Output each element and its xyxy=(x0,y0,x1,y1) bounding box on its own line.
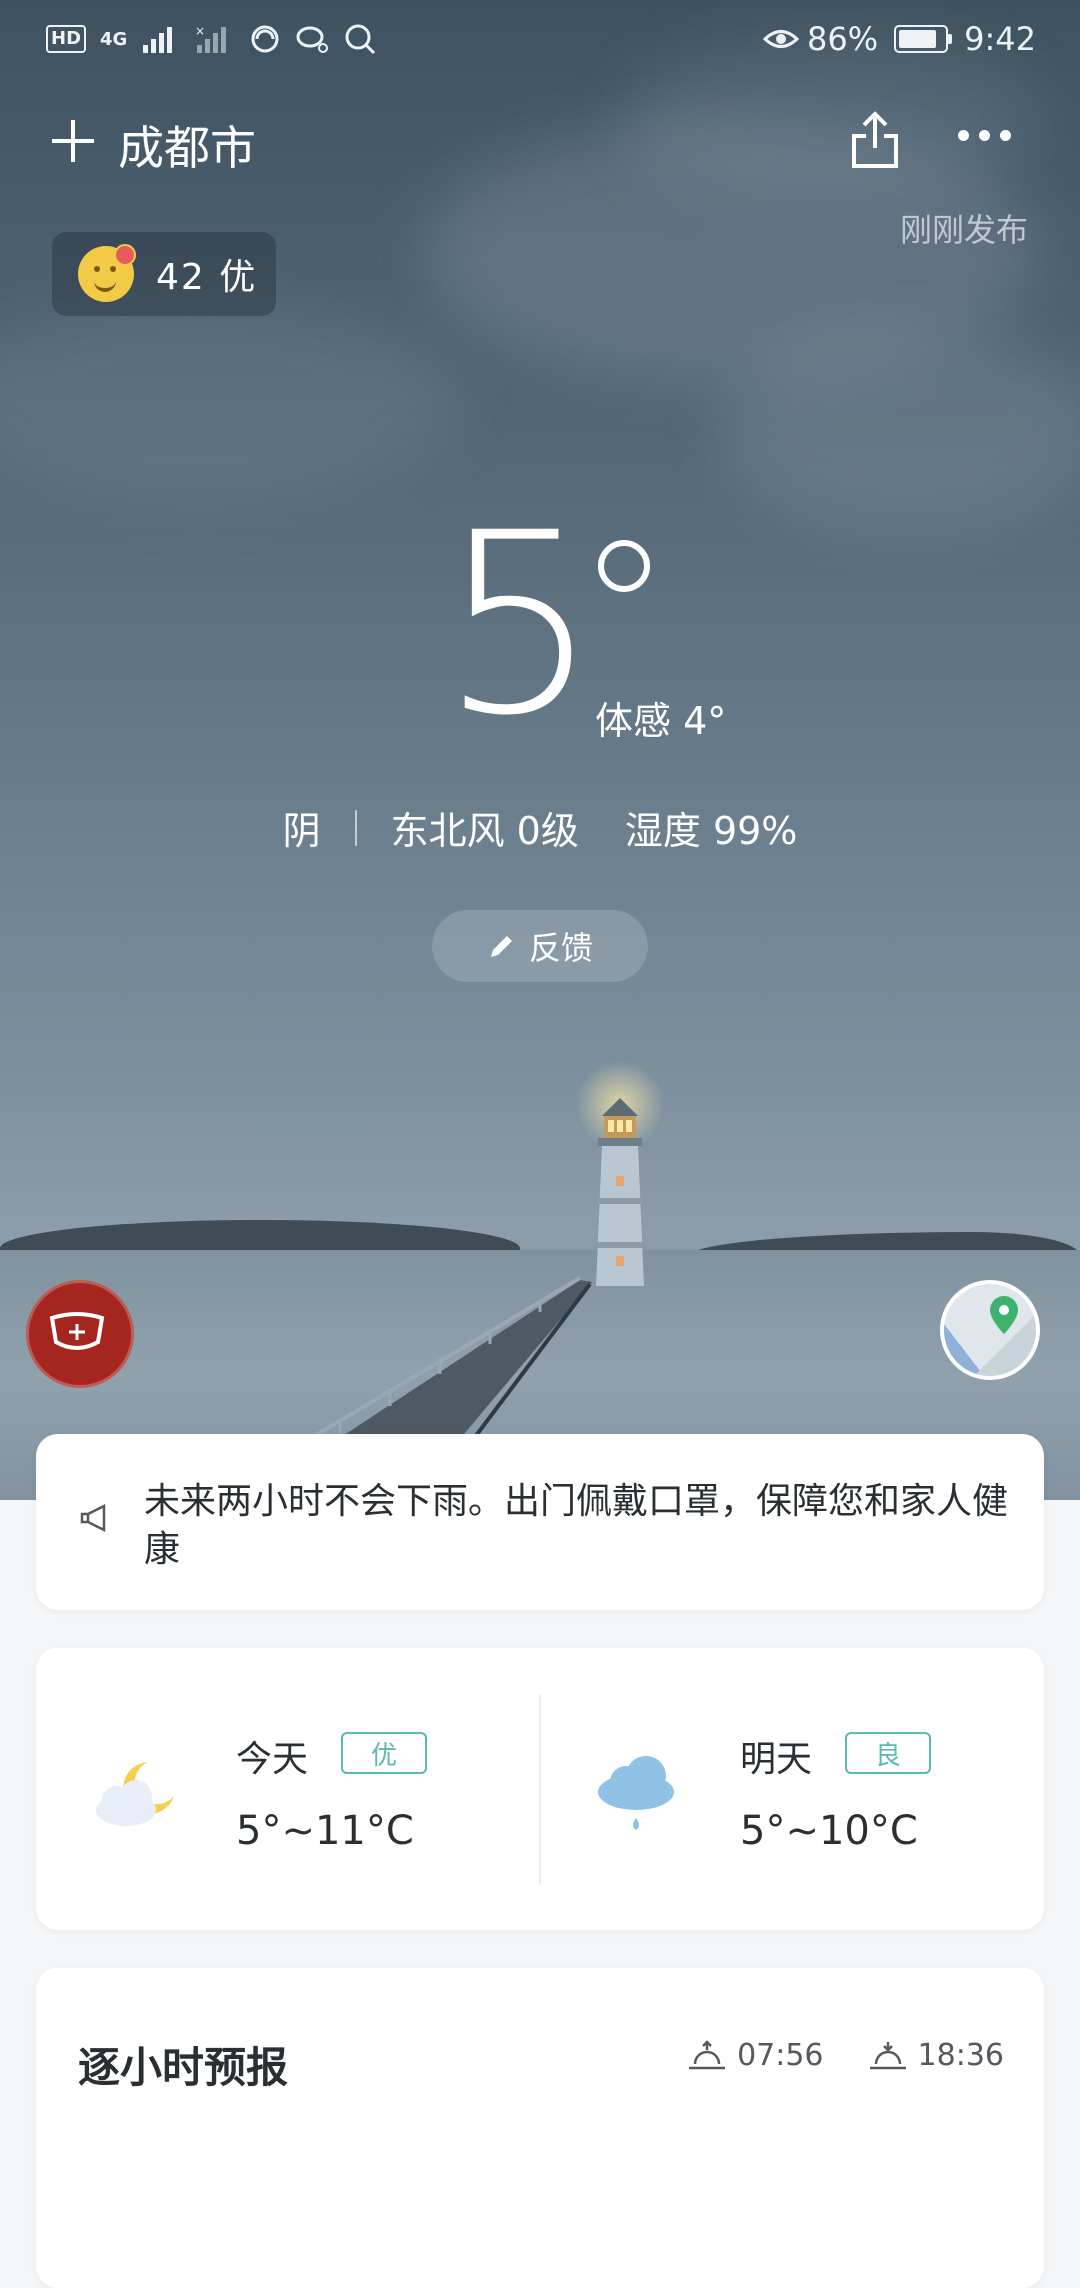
battery-icon xyxy=(894,25,953,53)
battery-percent: 86% xyxy=(807,20,879,58)
sunrise-icon xyxy=(689,2039,726,2069)
smiley-face-icon xyxy=(78,244,136,302)
top-bar: 成都市 xyxy=(0,100,1080,200)
hourly-title: 逐小时预报 xyxy=(78,2043,289,2092)
map-button[interactable] xyxy=(940,1280,1040,1380)
chat-notification-icon xyxy=(296,26,329,53)
feedback-button[interactable]: 反馈 xyxy=(432,910,648,982)
sunrise: 07:56 xyxy=(687,2038,824,2073)
signal-icon xyxy=(143,27,173,53)
forecast-tomorrow[interactable]: 明天 良 5°~10°C xyxy=(540,1648,1040,1930)
dot xyxy=(979,130,990,141)
pencil-icon xyxy=(490,936,512,957)
cloud xyxy=(0,300,460,500)
wind-info: 东北风 0级 xyxy=(390,809,579,853)
search-app-icon xyxy=(345,24,376,55)
divider xyxy=(354,809,357,846)
moon-cloud-icon xyxy=(96,1762,174,1826)
status-bar-right: 86% 9:42 xyxy=(763,20,1036,58)
network-type: 4G xyxy=(100,28,128,50)
megaphone-icon xyxy=(80,1503,106,1533)
air-quality-text: 42 优 xyxy=(156,257,258,298)
more-options-button[interactable] xyxy=(958,130,1018,150)
status-bar: HD 4G × 86% 9:42 xyxy=(0,0,1080,84)
signal-disabled-icon: × xyxy=(195,25,227,53)
share-icon[interactable] xyxy=(850,110,900,170)
map-pin-icon xyxy=(944,1296,1036,1376)
face-mask-icon xyxy=(49,1312,105,1350)
svg-text:×: × xyxy=(195,25,205,38)
cloud xyxy=(720,330,1080,530)
current-temperature: 5 xyxy=(440,479,600,770)
forecast-day: 明天 xyxy=(740,1739,813,1780)
air-quality-badge[interactable]: 42 优 xyxy=(52,232,276,316)
rain-notice-card[interactable]: 未来两小时不会下雨。出门佩戴口罩，保障您和家人健康 xyxy=(36,1434,1044,1610)
notice-text: 未来两小时不会下雨。出门佩戴口罩，保障您和家人健康 xyxy=(144,1481,1009,1570)
forecast-today[interactable]: 今天 优 5°~11°C xyxy=(36,1648,536,1930)
aqi-badge: 良 xyxy=(845,1732,931,1774)
daily-forecast-card: 今天 优 5°~11°C 明天 良 5°~10°C xyxy=(36,1648,1044,1930)
feedback-label: 反馈 xyxy=(528,929,593,967)
sunset-time: 18:36 xyxy=(917,2038,1004,2073)
sunrise-time: 07:56 xyxy=(737,2038,824,2073)
humidity-info: 湿度 99% xyxy=(624,809,798,853)
sunset: 18:36 xyxy=(868,2038,1004,2073)
dot xyxy=(958,130,969,141)
temperature-range: 5°~11°C xyxy=(236,1808,414,1854)
mask-advice-button[interactable] xyxy=(26,1280,134,1388)
degree-symbol xyxy=(598,540,650,592)
dot xyxy=(1000,130,1011,141)
aqi-badge: 优 xyxy=(341,1732,427,1774)
app-notification-icon xyxy=(251,25,279,53)
hourly-forecast-card: 逐小时预报 07:56 18:36 xyxy=(36,1968,1044,2288)
hills xyxy=(0,1220,520,1254)
forecast-day: 今天 xyxy=(236,1739,309,1780)
rain-cloud-icon xyxy=(598,1756,674,1830)
eye-comfort-icon xyxy=(763,30,800,48)
city-name[interactable]: 成都市 xyxy=(118,112,256,178)
sunset-icon xyxy=(869,2041,906,2069)
conditions-row: 阴 东北风 0级 湿度 99% xyxy=(0,800,1080,855)
sun-times: 07:56 18:36 xyxy=(643,2038,1004,2073)
temperature-range: 5°~10°C xyxy=(740,1808,918,1854)
add-city-button[interactable] xyxy=(50,118,96,164)
hd-indicator: HD xyxy=(46,25,87,53)
publish-status: 刚刚发布 xyxy=(899,211,1028,249)
lighthouse-illustration xyxy=(596,1098,644,1286)
weather-condition: 阴 xyxy=(282,809,321,853)
clock: 9:42 xyxy=(964,20,1036,58)
status-bar-left: HD 4G × xyxy=(46,22,377,56)
feels-like: 体感 4° xyxy=(595,699,727,743)
